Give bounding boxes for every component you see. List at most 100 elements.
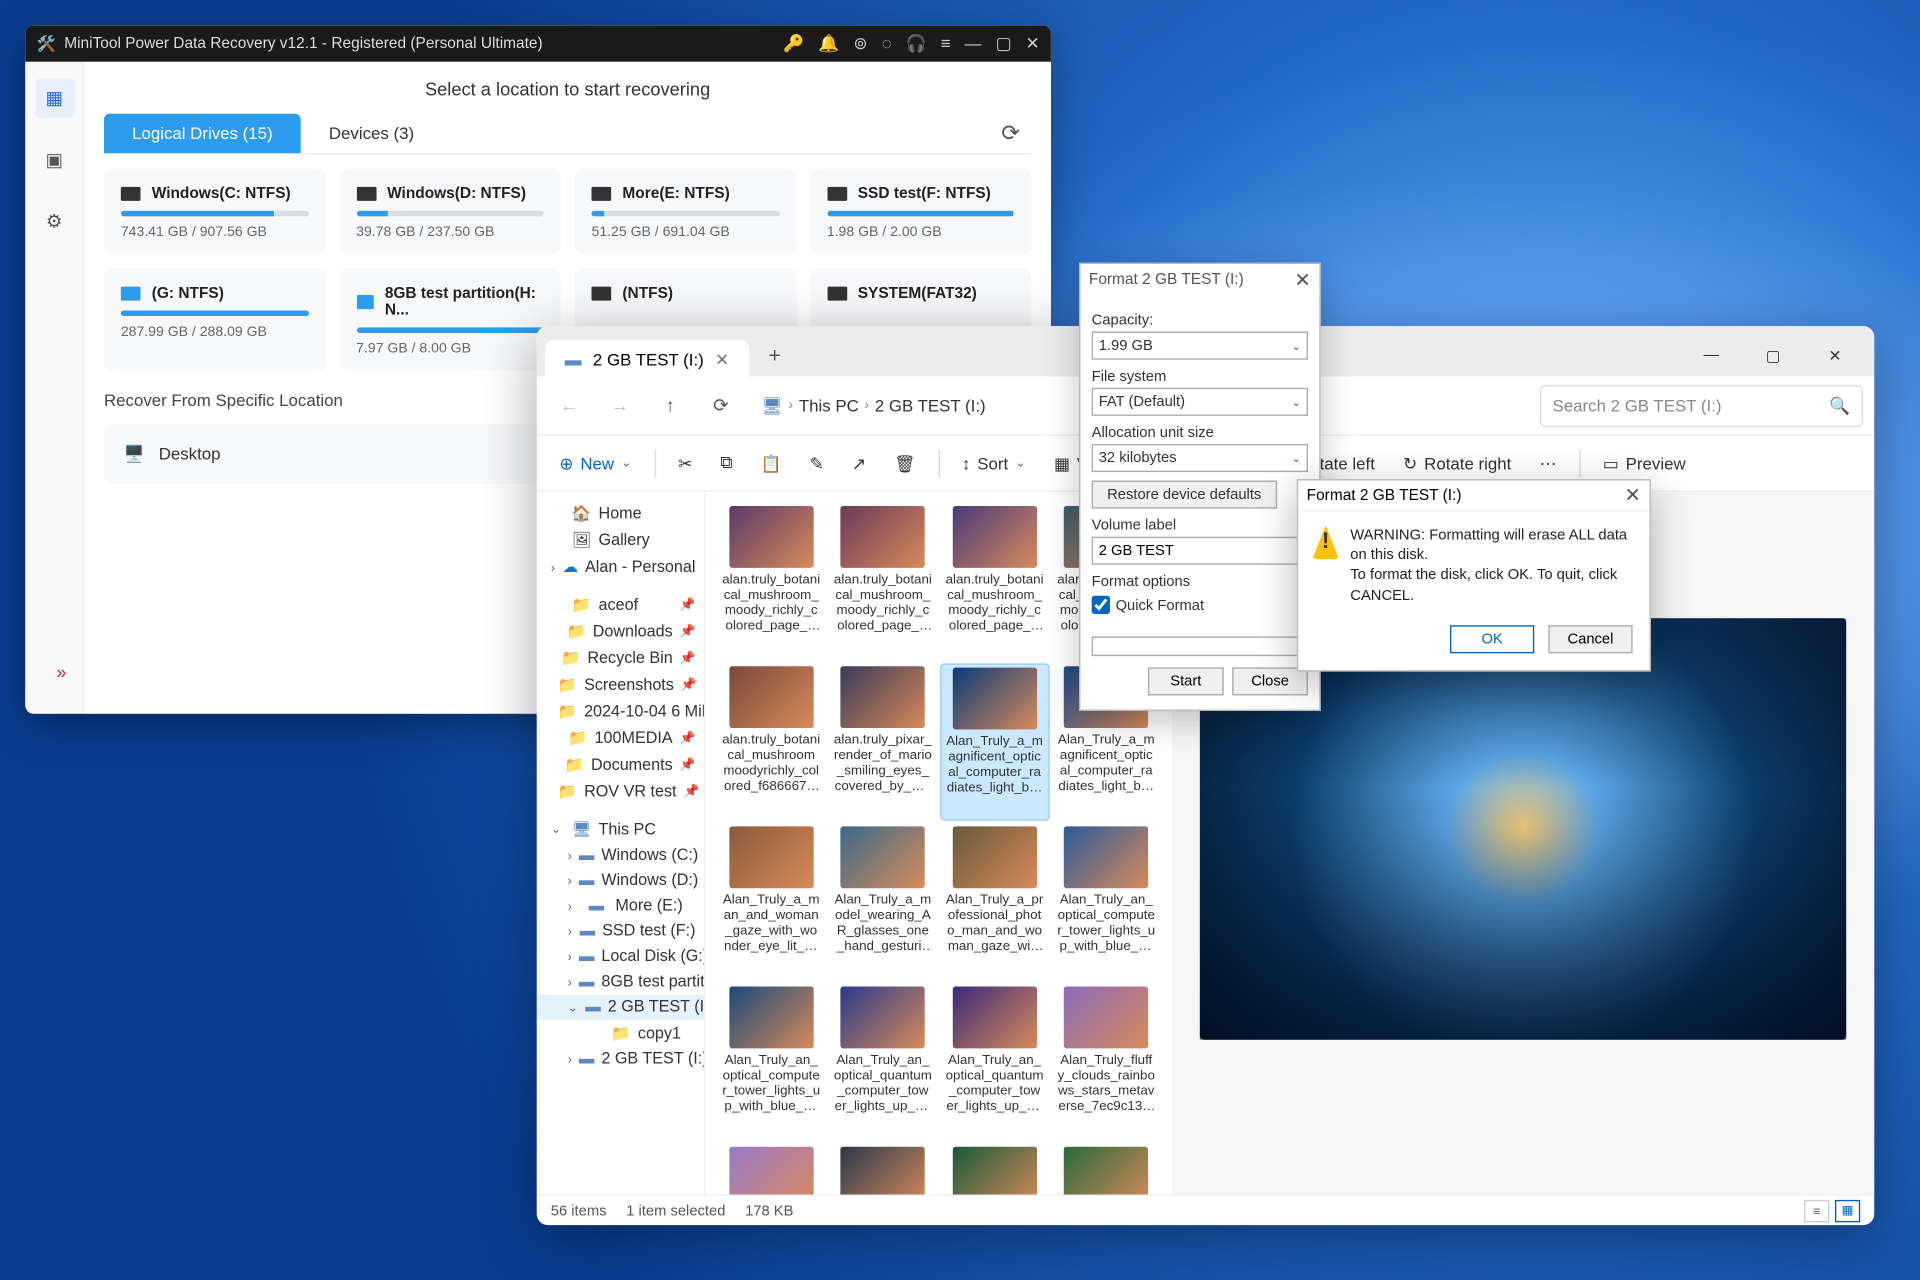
ok-button[interactable]: OK <box>1450 625 1534 653</box>
tree-drive-item[interactable]: ⌄▬2 GB TEST (I:) <box>537 995 704 1020</box>
file-item[interactable]: Alan_Truly_an_optical_quantum_computer_t… <box>940 984 1049 1141</box>
refresh-button[interactable]: ⟳ <box>990 114 1031 153</box>
file-item[interactable]: Alan_Truly_an_optical_computer_tower_lig… <box>717 984 826 1141</box>
file-item[interactable]: alan.truly_botanical_mushroom_moody_rich… <box>828 503 937 660</box>
close-button[interactable]: Close <box>1232 667 1308 695</box>
file-item[interactable]: Alan_Truly_a_man_and_woman_gaze_with_won… <box>717 823 826 980</box>
cut-button[interactable]: ✂ <box>667 446 704 480</box>
close-button[interactable]: ✕ <box>1804 334 1866 376</box>
sidebar-media[interactable]: ▣ <box>34 141 73 180</box>
tree-folder-item[interactable]: 📁copy1 <box>537 1020 704 1047</box>
sidebar-recovery[interactable]: ▦ <box>34 79 73 118</box>
tree-pinned-item[interactable]: 📁Documents📌 <box>537 752 704 779</box>
tree-this-pc[interactable]: ⌄🖥This PC <box>537 816 704 843</box>
view-list-button[interactable]: ≡ <box>1804 1199 1829 1221</box>
drive-card[interactable]: Windows(D: NTFS) 39.78 GB / 237.50 GB <box>339 169 560 255</box>
nav-refresh-button[interactable]: ⟳ <box>700 384 742 426</box>
tree-onedrive[interactable]: ›☁Alan - Personal <box>537 554 704 581</box>
close-button[interactable]: ✕ <box>1026 34 1040 54</box>
file-item[interactable]: alan.truly_botanical_mushroom_moody_rich… <box>717 503 826 660</box>
tree-gallery[interactable]: 🖼Gallery <box>537 527 704 554</box>
file-item[interactable]: Alan_Truly_a_professional_photo_man_and_… <box>940 823 1049 980</box>
headset-icon[interactable]: 🎧 <box>906 34 927 54</box>
minimize-button[interactable]: — <box>965 34 982 54</box>
close-icon[interactable]: ✕ <box>1294 268 1310 292</box>
tree-drive-item[interactable]: ›▬SSD test (F:) <box>537 919 704 944</box>
tree-pinned-item[interactable]: 📁ROV VR test📌 <box>537 778 704 805</box>
disc-icon[interactable]: ⊚ <box>853 34 867 54</box>
tab-close-icon[interactable]: ✕ <box>715 350 729 370</box>
file-item[interactable]: alan.truly_botanical_mushroom_moody_rich… <box>940 503 1049 660</box>
format-titlebar[interactable]: Format 2 GB TEST (I:) ✕ <box>1080 264 1319 295</box>
help-icon[interactable]: ◌ <box>882 34 892 54</box>
tab-logical-drives[interactable]: Logical Drives (15) <box>104 114 301 153</box>
drive-card[interactable]: More(E: NTFS) 51.25 GB / 691.04 GB <box>575 169 796 255</box>
more-button[interactable]: ⋯ <box>1528 446 1567 480</box>
tree-drive-item[interactable]: ›▬Windows (D:) <box>537 868 704 893</box>
file-item[interactable]: Alan_Truly_marvelous_malachite_women_lep… <box>1052 1144 1161 1195</box>
file-item[interactable]: Alan_Truly_an_optical_computer_tower_lig… <box>1052 823 1161 980</box>
maximize-button[interactable]: ▢ <box>996 34 1012 54</box>
explorer-tab[interactable]: ▬ 2 GB TEST (I:) ✕ <box>545 340 749 377</box>
delete-button[interactable]: 🗑 <box>883 446 927 480</box>
minitool-titlebar[interactable]: 🛠️ MiniTool Power Data Recovery v12.1 - … <box>25 25 1051 62</box>
file-item[interactable]: Alan_Truly_a_model_wearing_AR_glasses_on… <box>828 823 937 980</box>
drive-card[interactable]: Windows(C: NTFS) 743.41 GB / 907.56 GB <box>104 169 325 255</box>
volume-label-input[interactable] <box>1092 537 1308 565</box>
expand-sidebar-button[interactable]: » <box>56 662 66 683</box>
file-item[interactable]: Alan_Truly_an_optical_quantum_computer_t… <box>828 984 937 1141</box>
paste-button[interactable]: 📋 <box>749 446 792 480</box>
filesystem-select[interactable]: FAT (Default)⌄ <box>1092 388 1308 416</box>
file-item[interactable]: Alan_Truly_marvelous_malachite_women_lep… <box>940 1144 1049 1195</box>
tree-pinned-item[interactable]: 📁100MEDIA📌 <box>537 725 704 752</box>
tree-pinned-item[interactable]: 📁2024-10-04 6 Mile Br📌 <box>537 698 704 725</box>
file-item[interactable]: alan.truly_pixar_render_of_mario_smiling… <box>828 663 937 820</box>
tree-drive-item[interactable]: ›▬2 GB TEST (I:) <box>537 1047 704 1072</box>
file-item[interactable]: alan.truly_botanical_mushroommoodyrichly… <box>717 663 826 820</box>
tree-pinned-item[interactable]: 📁Recycle Bin📌 <box>537 645 704 672</box>
close-icon[interactable]: ✕ <box>1625 483 1641 507</box>
maximize-button[interactable]: ▢ <box>1742 334 1804 376</box>
file-item[interactable]: Alan_Truly_a_magnificent_optical_compute… <box>940 663 1049 820</box>
tree-drive-item[interactable]: ›▬Local Disk (G:) <box>537 944 704 969</box>
tree-pinned-item[interactable]: 📁aceof📌 <box>537 592 704 619</box>
drive-card[interactable]: (G: NTFS) 287.99 GB / 288.09 GB <box>104 268 325 371</box>
start-button[interactable]: Start <box>1148 667 1224 695</box>
new-button[interactable]: ⊕New⌄ <box>548 446 643 480</box>
breadcrumb-this-pc[interactable]: This PC <box>799 396 859 416</box>
capacity-select[interactable]: 1.99 GB⌄ <box>1092 332 1308 360</box>
menu-icon[interactable]: ≡ <box>941 34 951 54</box>
tree-pinned-item[interactable]: 📁Downloads📌 <box>537 618 704 645</box>
rotate-right-button[interactable]: ↻Rotate right <box>1392 446 1523 480</box>
search-input[interactable]: Search 2 GB TEST (I:) 🔍 <box>1540 384 1863 426</box>
bell-icon[interactable]: 🔔 <box>818 34 839 54</box>
key-icon[interactable]: 🔑 <box>783 34 804 54</box>
file-item[interactable]: Alan_Truly_fluffy_clouds_rainbows_stars_… <box>717 1144 826 1195</box>
new-tab-button[interactable]: + <box>754 336 794 377</box>
allocation-select[interactable]: 32 kilobytes⌄ <box>1092 444 1308 472</box>
tree-pinned-item[interactable]: 📁Screenshots📌 <box>537 672 704 699</box>
restore-defaults-button[interactable]: Restore device defaults <box>1092 481 1277 509</box>
breadcrumb-drive[interactable]: 2 GB TEST (I:) <box>875 396 986 416</box>
tree-drive-item[interactable]: ›▬8GB test partition (I <box>537 969 704 994</box>
preview-button[interactable]: ▭Preview <box>1591 446 1696 480</box>
tab-devices[interactable]: Devices (3) <box>301 114 442 153</box>
drive-card[interactable]: SSD test(F: NTFS) 1.98 GB / 2.00 GB <box>810 169 1031 255</box>
explorer-tree[interactable]: 🏠Home 🖼Gallery ›☁Alan - Personal 📁aceof📌… <box>537 492 706 1195</box>
nav-back-button[interactable]: ← <box>548 384 590 426</box>
file-item[interactable]: Alan_Truly_fluffy_clouds_rainbows_stars_… <box>1052 984 1161 1141</box>
recover-desktop[interactable]: 🖥️ Desktop <box>104 424 561 483</box>
sort-button[interactable]: ↕Sort⌄ <box>951 446 1037 480</box>
tree-drive-item[interactable]: ›▬More (E:) <box>537 894 704 919</box>
share-button[interactable]: ↗ <box>841 446 878 480</box>
warning-titlebar[interactable]: Format 2 GB TEST (I:) ✕ <box>1298 481 1649 512</box>
tree-home[interactable]: 🏠Home <box>537 500 704 527</box>
copy-button[interactable]: ⧉ <box>709 445 744 480</box>
nav-forward-button[interactable]: → <box>599 384 641 426</box>
view-grid-button[interactable]: ▦ <box>1835 1199 1860 1221</box>
tree-drive-item[interactable]: ›▬Windows (C:) <box>537 843 704 868</box>
cancel-button[interactable]: Cancel <box>1548 625 1632 653</box>
nav-up-button[interactable]: ↑ <box>649 384 691 426</box>
rename-button[interactable]: ✎ <box>798 446 835 480</box>
drive-card[interactable]: 8GB test partition(H: N... 7.97 GB / 8.0… <box>339 268 560 371</box>
